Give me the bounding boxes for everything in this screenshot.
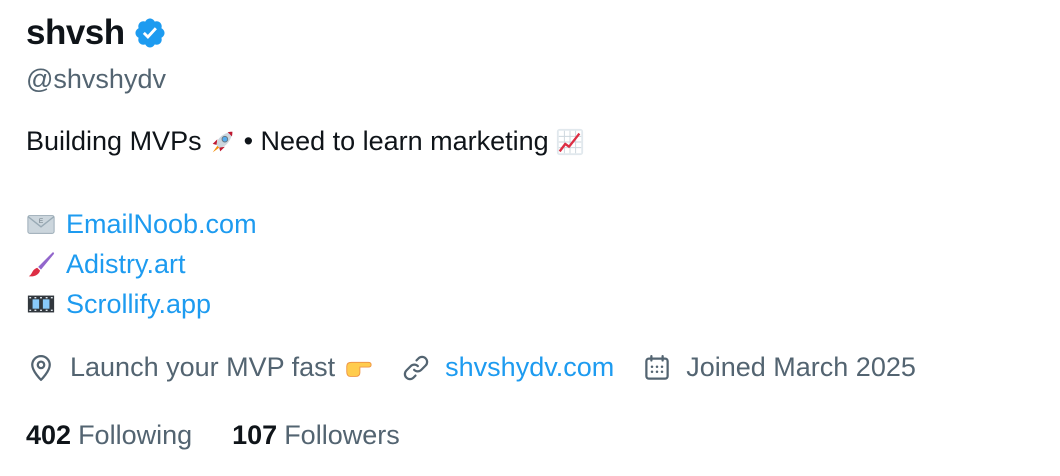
bio-text-2: • Need to learn marketing: [243, 126, 549, 156]
following-count: 402: [26, 420, 72, 450]
link-icon: [403, 355, 429, 380]
followers-count: 107: [232, 420, 278, 450]
link-scrollify[interactable]: Scrollify.app: [66, 289, 211, 320]
website-item: shvshydv.com: [401, 352, 614, 383]
joined-date: Joined March 2025: [686, 352, 916, 382]
verified-badge-icon[interactable]: [133, 16, 167, 50]
link-adistry[interactable]: Adistry.art: [66, 249, 186, 280]
following-stat[interactable]: 402 Following: [26, 420, 192, 451]
chart-increasing-icon: [556, 128, 583, 155]
followers-label: Followers: [284, 420, 400, 450]
bio: Building MVPs • Need to learn marketing: [26, 126, 591, 157]
joined-item: Joined March 2025: [642, 352, 916, 383]
location-item: Launch your MVP fast: [26, 352, 373, 383]
website-link[interactable]: shvshydv.com: [445, 352, 614, 383]
rocket-icon: [212, 131, 232, 152]
location-text: Launch your MVP fast: [70, 352, 336, 382]
followers-stat[interactable]: 107 Followers: [232, 420, 400, 451]
link-emailnoob[interactable]: EmailNoob.com: [66, 209, 257, 240]
link-item: E EmailNoob.com: [26, 204, 257, 244]
display-name: shvsh: [26, 13, 125, 52]
following-label: Following: [78, 420, 193, 450]
svg-text:E: E: [39, 218, 44, 225]
bio-links: E EmailNoob.com Adistry.art Scrollify.ap…: [26, 204, 257, 324]
profile-meta: Launch your MVP fast shvshydv.com Joined…: [26, 352, 916, 383]
link-item: Scrollify.app: [26, 284, 257, 324]
follow-stats: 402 Following 107 Followers: [26, 420, 440, 451]
envelope-icon: E: [27, 215, 55, 234]
profile-header: shvsh @shvshydv Building MVPs • Need to …: [0, 0, 1060, 476]
pointing-right-icon: [346, 361, 372, 377]
user-handle: @shvshydv: [26, 64, 166, 94]
link-item: Adistry.art: [26, 244, 257, 284]
film-icon: [27, 295, 55, 313]
location-pin-icon: [31, 354, 51, 381]
paintbrush-icon: [28, 251, 55, 277]
calendar-icon: [645, 354, 669, 380]
bio-text-1: Building MVPs: [26, 126, 202, 156]
name-row: shvsh: [26, 10, 167, 56]
